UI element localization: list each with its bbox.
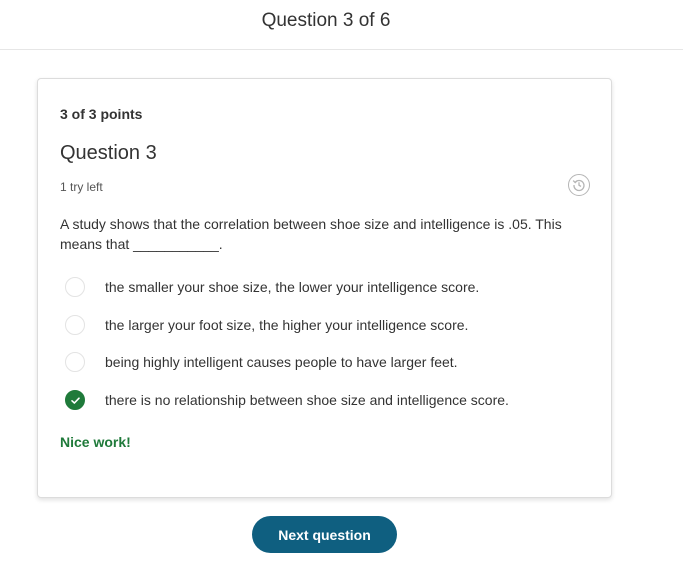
answer-option[interactable]: the larger your foot size, the higher yo… [65,313,468,337]
history-button[interactable] [568,174,590,196]
next-question-button[interactable]: Next question [252,516,397,553]
question-card: 3 of 3 points Question 3 1 try left A st… [37,78,612,498]
answer-option-selected[interactable]: there is no relationship between shoe si… [65,388,509,412]
answer-option-label: being highly intelligent causes people t… [105,354,458,370]
answer-option[interactable]: the smaller your shoe size, the lower yo… [65,275,479,299]
answer-option-label: the larger your foot size, the higher yo… [105,317,469,333]
points-score: 3 of 3 points [60,106,143,122]
answer-option-label: there is no relationship between shoe si… [105,392,509,408]
answer-option[interactable]: being highly intelligent causes people t… [65,350,458,374]
radio-button[interactable] [65,352,85,372]
feedback-message: Nice work! [60,434,131,450]
quiz-page: Question 3 of 6 3 of 3 points Question 3… [0,0,683,573]
quiz-header: Question 3 of 6 [0,0,683,50]
tries-left: 1 try left [60,180,103,194]
question-progress: Question 3 of 6 [261,10,391,31]
radio-button-checked[interactable] [65,390,85,410]
question-title: Question 3 [60,142,157,164]
radio-button[interactable] [65,277,85,297]
answer-option-label: the smaller your shoe size, the lower yo… [105,279,480,295]
checkmark-icon [70,396,80,404]
history-icon [572,179,585,192]
question-prompt: A study shows that the correlation betwe… [60,216,562,252]
radio-button[interactable] [65,315,85,335]
